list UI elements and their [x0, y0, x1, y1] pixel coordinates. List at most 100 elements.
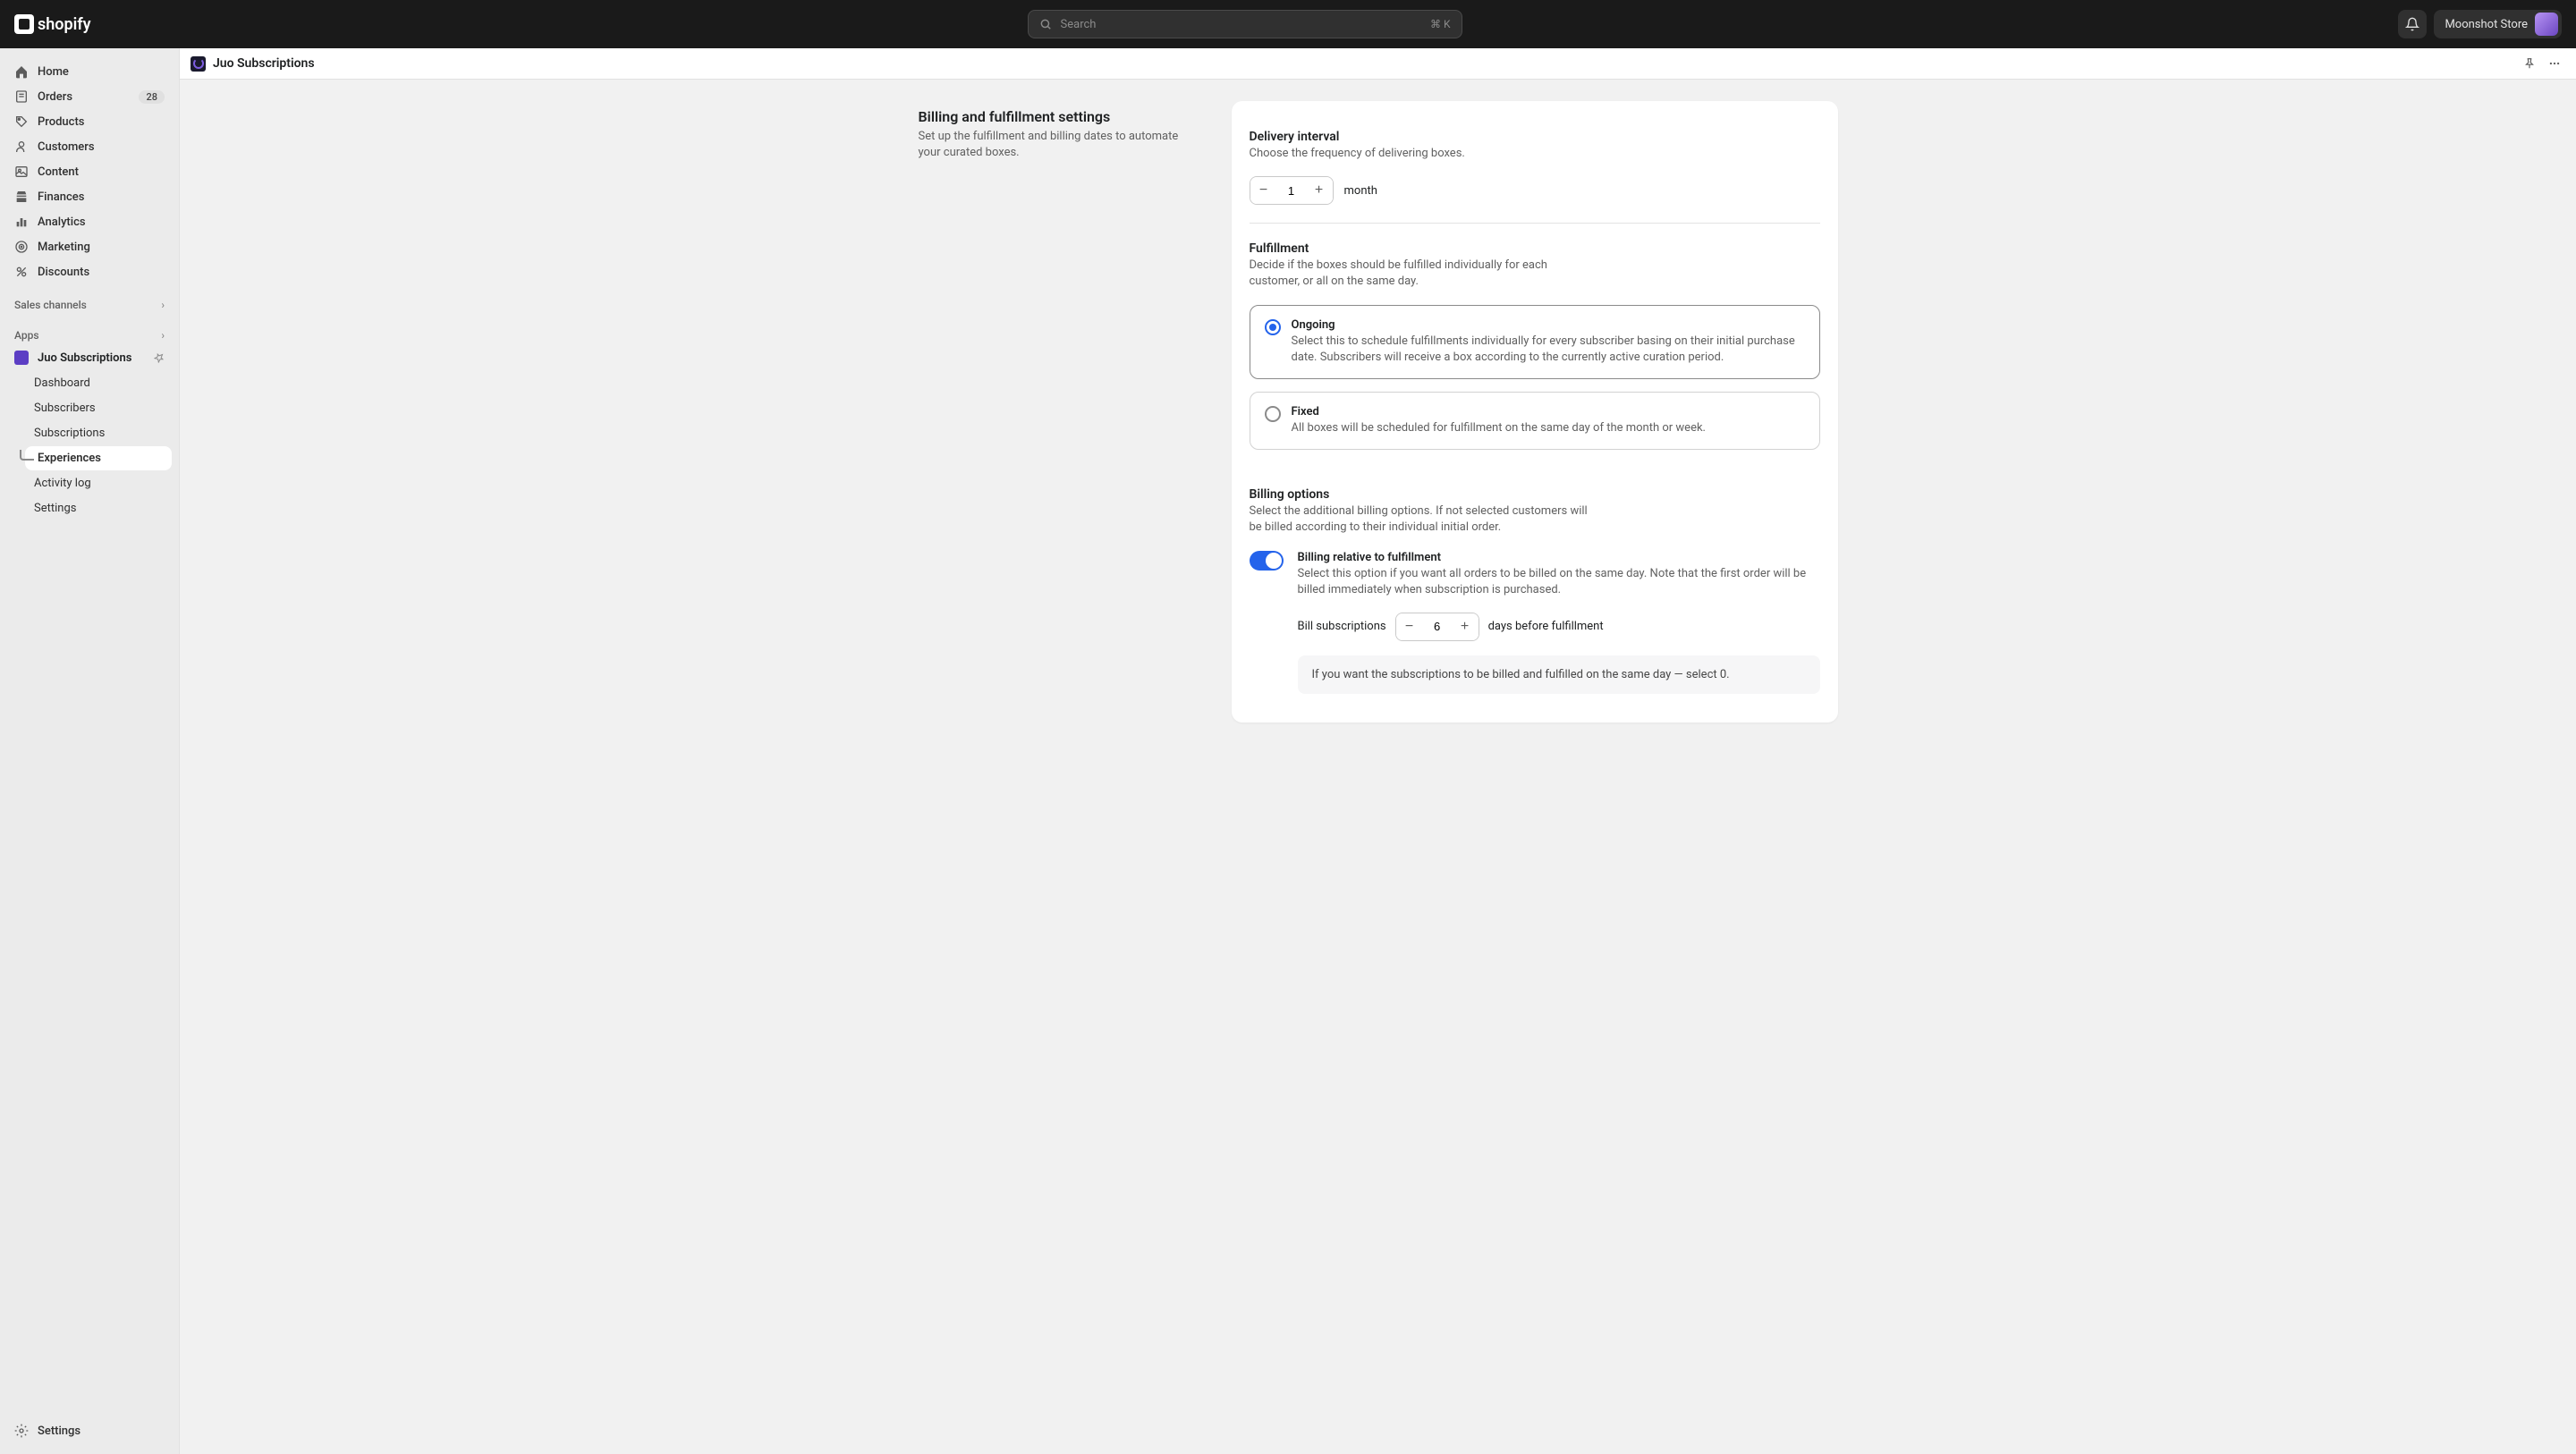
- topbar-right: Moonshot Store: [2398, 10, 2562, 38]
- sidebar-item-discounts[interactable]: Discounts: [7, 259, 172, 284]
- content-icon: [14, 165, 29, 179]
- settings-desc: Set up the fulfillment and billing dates…: [919, 129, 1203, 161]
- sidebar-item-label: Discounts: [38, 266, 89, 279]
- bill-stepper: − +: [1395, 613, 1479, 641]
- content: Billing and fulfillment settings Set up …: [180, 80, 2576, 1454]
- subnav-dashboard[interactable]: Dashboard: [25, 371, 172, 395]
- app-subnav: Dashboard Subscribers Subscriptions Expe…: [25, 370, 172, 521]
- shopify-logo[interactable]: shopify: [14, 14, 91, 34]
- option-desc: All boxes will be scheduled for fulfillm…: [1292, 420, 1707, 436]
- fulfillment-title: Fulfillment: [1250, 241, 1820, 256]
- orders-badge: 28: [139, 90, 165, 104]
- sidebar-item-finances[interactable]: Finances: [7, 184, 172, 209]
- sidebar-section-apps[interactable]: Apps ›: [7, 322, 172, 345]
- sidebar-item-settings[interactable]: Settings: [7, 1418, 172, 1443]
- notifications-button[interactable]: [2398, 10, 2427, 38]
- subnav-subscriptions[interactable]: Subscriptions: [25, 421, 172, 445]
- billing-title: Billing options: [1250, 487, 1820, 502]
- juo-header-icon: [191, 56, 206, 72]
- radio-checked-icon: [1265, 319, 1281, 335]
- sidebar-item-label: Finances: [38, 190, 84, 204]
- billing-desc: Select the additional billing options. I…: [1250, 503, 1589, 536]
- stepper-decrement[interactable]: −: [1250, 177, 1277, 204]
- section-label: Apps: [14, 329, 39, 342]
- settings-heading: Billing and fulfillment settings: [919, 108, 1203, 125]
- sidebar: Home Orders 28 Products Customers Conten…: [0, 48, 180, 1454]
- delivery-value-input[interactable]: [1277, 177, 1306, 204]
- sidebar-item-label: Home: [38, 65, 69, 79]
- store-name: Moonshot Store: [2445, 18, 2528, 31]
- pin-icon[interactable]: [154, 352, 165, 363]
- avatar: [2535, 13, 2558, 36]
- subnav-settings[interactable]: Settings: [25, 496, 172, 520]
- store-menu[interactable]: Moonshot Store: [2434, 10, 2562, 38]
- option-title: Fixed: [1292, 405, 1707, 418]
- option-desc: Select this to schedule fulfillments ind…: [1292, 334, 1805, 366]
- sidebar-item-label: Customers: [38, 140, 95, 154]
- orders-icon: [14, 89, 29, 104]
- search-input[interactable]: Search ⌘ K: [1028, 10, 1462, 38]
- toggle-title: Billing relative to fulfillment: [1298, 551, 1820, 564]
- search-icon: [1039, 18, 1052, 30]
- stepper-increment[interactable]: +: [1306, 177, 1333, 204]
- stepper-decrement[interactable]: −: [1396, 613, 1423, 640]
- delivery-desc: Choose the frequency of delivering boxes…: [1250, 146, 1589, 162]
- chevron-right-icon: ›: [161, 299, 165, 311]
- delivery-title: Delivery interval: [1250, 130, 1820, 144]
- sidebar-item-analytics[interactable]: Analytics: [7, 209, 172, 234]
- sidebar-item-marketing[interactable]: Marketing: [7, 234, 172, 259]
- more-button[interactable]: [2544, 53, 2565, 74]
- pin-button[interactable]: [2519, 53, 2540, 74]
- marketing-icon: [14, 240, 29, 254]
- fulfillment-option-fixed[interactable]: Fixed All boxes will be scheduled for fu…: [1250, 392, 1820, 450]
- subnav-subscribers[interactable]: Subscribers: [25, 396, 172, 420]
- search-shortcut: ⌘ K: [1430, 18, 1451, 30]
- billing-info: If you want the subscriptions to be bill…: [1298, 655, 1820, 694]
- sidebar-item-label: Analytics: [38, 216, 86, 229]
- sidebar-app-juo[interactable]: Juo Subscriptions: [7, 345, 172, 370]
- main: Juo Subscriptions Billing and fulfillmen…: [180, 48, 2576, 1454]
- juo-app-icon: [14, 351, 29, 365]
- chevron-right-icon: ›: [161, 329, 165, 342]
- sidebar-item-content[interactable]: Content: [7, 159, 172, 184]
- sidebar-section-sales[interactable]: Sales channels ›: [7, 292, 172, 315]
- shopify-bag-icon: [14, 14, 34, 34]
- brand-text: shopify: [38, 15, 91, 34]
- customers-icon: [14, 139, 29, 154]
- sidebar-item-home[interactable]: Home: [7, 59, 172, 84]
- sidebar-item-products[interactable]: Products: [7, 109, 172, 134]
- bill-prefix: Bill subscriptions: [1298, 620, 1386, 633]
- sidebar-item-customers[interactable]: Customers: [7, 134, 172, 159]
- search-wrap: Search ⌘ K: [91, 10, 2399, 38]
- sidebar-item-label: Content: [38, 165, 79, 179]
- content-left: Billing and fulfillment settings Set up …: [919, 101, 1203, 161]
- finances-icon: [14, 190, 29, 204]
- delivery-unit: month: [1344, 184, 1377, 198]
- app-name: Juo Subscriptions: [38, 351, 131, 365]
- bill-suffix: days before fulfillment: [1488, 620, 1604, 633]
- bill-value-input[interactable]: [1423, 613, 1452, 640]
- stepper-increment[interactable]: +: [1452, 613, 1479, 640]
- radio-unchecked-icon: [1265, 406, 1281, 422]
- billing-toggle[interactable]: [1250, 551, 1284, 571]
- analytics-icon: [14, 215, 29, 229]
- settings-card: Delivery interval Choose the frequency o…: [1232, 101, 1838, 723]
- sidebar-item-orders[interactable]: Orders 28: [7, 84, 172, 109]
- option-title: Ongoing: [1292, 318, 1805, 332]
- discounts-icon: [14, 265, 29, 279]
- toggle-desc: Select this option if you want all order…: [1298, 566, 1820, 598]
- products-icon: [14, 114, 29, 129]
- gear-icon: [14, 1424, 29, 1438]
- subnav-experiences[interactable]: Experiences: [25, 446, 172, 470]
- search-placeholder: Search: [1061, 18, 1430, 31]
- section-delivery: Delivery interval Choose the frequency o…: [1250, 119, 1820, 216]
- home-icon: [14, 64, 29, 79]
- page-header: Juo Subscriptions: [180, 48, 2576, 80]
- fulfillment-desc: Decide if the boxes should be fulfilled …: [1250, 258, 1589, 290]
- sidebar-item-label: Products: [38, 115, 84, 129]
- topbar: shopify Search ⌘ K Moonshot Store: [0, 0, 2576, 48]
- section-billing: Billing options Select the additional bi…: [1250, 480, 1820, 705]
- settings-label: Settings: [38, 1424, 80, 1438]
- subnav-activity-log[interactable]: Activity log: [25, 471, 172, 495]
- fulfillment-option-ongoing[interactable]: Ongoing Select this to schedule fulfillm…: [1250, 305, 1820, 379]
